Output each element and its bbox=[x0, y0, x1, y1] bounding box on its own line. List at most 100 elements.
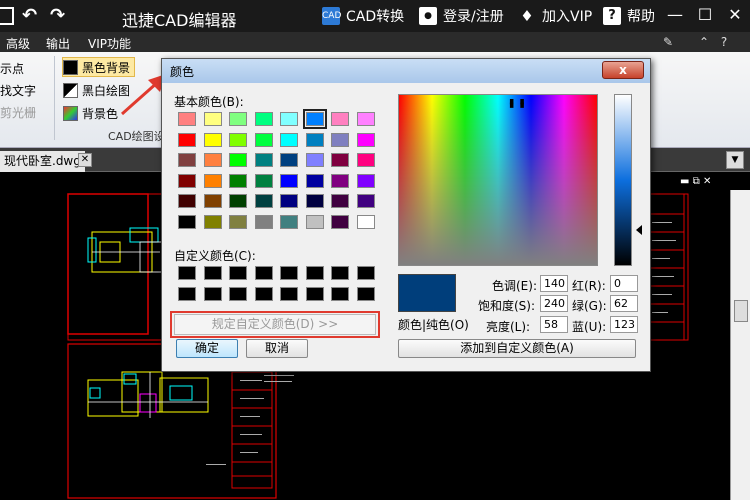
cad-convert-button[interactable]: CAD CAD转换 bbox=[322, 6, 404, 26]
background-color-button[interactable]: 背景色 bbox=[63, 103, 118, 123]
basic-color-swatch[interactable] bbox=[178, 112, 196, 126]
scrollbar-thumb[interactable] bbox=[734, 300, 748, 322]
basic-color-swatch[interactable] bbox=[254, 153, 273, 167]
basic-color-swatch[interactable] bbox=[254, 132, 273, 147]
basic-color-swatch[interactable] bbox=[254, 173, 273, 188]
ribbon-show-point[interactable]: 示点 bbox=[0, 58, 24, 78]
basic-color-swatch[interactable] bbox=[203, 153, 222, 167]
basic-color-swatch[interactable] bbox=[280, 132, 298, 147]
basic-color-swatch[interactable] bbox=[229, 194, 247, 208]
basic-color-swatch[interactable] bbox=[178, 132, 196, 147]
custom-color-swatch[interactable] bbox=[229, 266, 247, 280]
color-spectrum[interactable] bbox=[398, 94, 598, 266]
app-menu-icon[interactable] bbox=[0, 7, 14, 25]
basic-color-swatch[interactable] bbox=[331, 153, 349, 167]
custom-color-swatch[interactable] bbox=[178, 266, 196, 280]
basic-color-swatch[interactable] bbox=[254, 214, 273, 229]
dialog-title-bar[interactable]: 颜色 x bbox=[162, 59, 650, 83]
luminance-slider[interactable] bbox=[614, 94, 632, 266]
edit-icon[interactable]: ✎ bbox=[660, 34, 676, 50]
tab-close-icon[interactable]: ✕ bbox=[78, 153, 92, 167]
maximize-button[interactable]: ☐ bbox=[694, 4, 716, 26]
cancel-button[interactable]: 取消 bbox=[246, 339, 308, 358]
luminance-arrow-icon[interactable] bbox=[636, 225, 642, 235]
custom-color-swatch[interactable] bbox=[305, 266, 324, 280]
basic-color-swatch[interactable] bbox=[178, 194, 196, 208]
basic-color-swatch[interactable] bbox=[302, 109, 327, 129]
basic-color-swatch[interactable] bbox=[280, 153, 298, 167]
basic-color-swatch[interactable] bbox=[331, 194, 349, 208]
custom-color-swatch[interactable] bbox=[280, 266, 298, 280]
basic-color-swatch[interactable] bbox=[178, 153, 196, 167]
menu-advanced[interactable]: 高级 bbox=[6, 35, 30, 52]
basic-color-swatch[interactable] bbox=[280, 112, 298, 126]
up-arrow-icon[interactable]: ⌃ bbox=[696, 34, 712, 50]
basic-color-swatch[interactable] bbox=[203, 194, 222, 208]
basic-color-swatch[interactable] bbox=[203, 112, 222, 126]
basic-color-swatch[interactable] bbox=[229, 153, 247, 167]
basic-color-swatch[interactable] bbox=[331, 214, 349, 229]
basic-color-swatch[interactable] bbox=[280, 194, 298, 208]
close-button[interactable]: ✕ bbox=[724, 4, 746, 26]
custom-color-swatch[interactable] bbox=[254, 286, 273, 301]
ok-button[interactable]: 确定 bbox=[176, 339, 238, 358]
ribbon-find-text[interactable]: 找文字 bbox=[0, 80, 36, 100]
red-input[interactable]: 0 bbox=[610, 275, 638, 292]
custom-color-swatch[interactable] bbox=[331, 266, 349, 280]
undo-icon[interactable]: ↶ bbox=[22, 6, 37, 26]
basic-color-swatch[interactable] bbox=[178, 214, 196, 229]
document-tab[interactable]: 现代卧室.dwg bbox=[0, 151, 85, 172]
custom-color-swatch[interactable] bbox=[178, 286, 196, 301]
help-small-icon[interactable]: ? bbox=[716, 34, 732, 50]
redo-icon[interactable]: ↷ bbox=[50, 6, 65, 26]
vip-button[interactable]: ♦ 加入VIP bbox=[518, 6, 592, 26]
vertical-scrollbar[interactable] bbox=[730, 190, 750, 500]
custom-color-swatch[interactable] bbox=[203, 266, 222, 280]
basic-color-swatch[interactable] bbox=[254, 194, 273, 208]
luminance-input[interactable]: 58 bbox=[540, 316, 568, 333]
custom-color-swatch[interactable] bbox=[280, 286, 298, 301]
basic-color-swatch[interactable] bbox=[280, 173, 298, 188]
basic-color-swatch[interactable] bbox=[203, 214, 222, 229]
hue-input[interactable]: 140 bbox=[540, 275, 568, 292]
basic-color-swatch[interactable] bbox=[305, 214, 324, 229]
basic-color-swatch[interactable] bbox=[305, 132, 324, 147]
custom-color-swatch[interactable] bbox=[305, 286, 324, 301]
menu-vip-features[interactable]: VIP功能 bbox=[88, 35, 131, 52]
dialog-close-button[interactable]: x bbox=[602, 61, 644, 79]
green-input[interactable]: 62 bbox=[610, 295, 638, 312]
saturation-input[interactable]: 240 bbox=[540, 295, 568, 312]
custom-color-swatch[interactable] bbox=[203, 286, 222, 301]
basic-color-swatch[interactable] bbox=[229, 132, 247, 147]
basic-color-swatch[interactable] bbox=[305, 173, 324, 188]
basic-color-swatch[interactable] bbox=[305, 194, 324, 208]
help-button[interactable]: ? 帮助 bbox=[603, 6, 655, 26]
custom-color-swatch[interactable] bbox=[331, 286, 349, 301]
basic-color-swatch[interactable] bbox=[229, 214, 247, 229]
color-solid-label[interactable]: 颜色|纯色(O) bbox=[398, 316, 469, 333]
tab-dropdown-icon[interactable]: ▼ bbox=[726, 151, 744, 169]
basic-color-swatch[interactable] bbox=[229, 112, 247, 126]
basic-color-swatch[interactable] bbox=[254, 112, 273, 126]
basic-color-swatch[interactable] bbox=[356, 214, 375, 229]
custom-color-swatch[interactable] bbox=[356, 266, 375, 280]
basic-color-swatch[interactable] bbox=[331, 132, 349, 147]
basic-color-swatch[interactable] bbox=[331, 112, 349, 126]
custom-color-swatch[interactable] bbox=[356, 286, 375, 301]
basic-color-swatch[interactable] bbox=[305, 153, 324, 167]
basic-color-swatch[interactable] bbox=[203, 173, 222, 188]
basic-color-swatch[interactable] bbox=[280, 214, 298, 229]
basic-color-swatch[interactable] bbox=[356, 112, 375, 126]
menu-output[interactable]: 输出 bbox=[46, 35, 70, 52]
viewport-controls[interactable]: ▬ ⧉ ✕ bbox=[680, 176, 711, 187]
login-button[interactable]: ● 登录/注册 bbox=[419, 6, 504, 26]
basic-color-swatch[interactable] bbox=[229, 173, 247, 188]
basic-color-swatch[interactable] bbox=[178, 173, 196, 188]
custom-color-swatch[interactable] bbox=[229, 286, 247, 301]
ribbon-clip-raster[interactable]: 剪光栅 bbox=[0, 102, 36, 122]
basic-color-swatch[interactable] bbox=[203, 132, 222, 147]
basic-color-swatch[interactable] bbox=[356, 153, 375, 167]
blue-input[interactable]: 123 bbox=[610, 316, 638, 333]
basic-color-swatch[interactable] bbox=[356, 173, 375, 188]
minimize-button[interactable]: — bbox=[664, 4, 686, 26]
